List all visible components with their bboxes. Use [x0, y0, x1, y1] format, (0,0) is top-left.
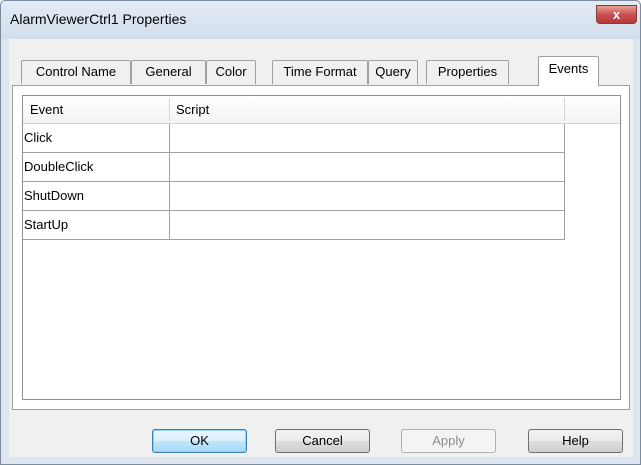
tab-strip: Control Name General Color Time Format Q…: [9, 39, 633, 86]
event-cell: Click: [24, 130, 53, 145]
tab-label: Control Name: [35, 64, 117, 79]
events-grid[interactable]: Event Script Click DoubleClick ShutDown: [22, 95, 621, 400]
tab-color[interactable]: Color: [206, 60, 256, 84]
tab-time-format[interactable]: Time Format: [272, 60, 368, 84]
dialog-client-area: Control Name General Color Time Format Q…: [9, 39, 633, 457]
tab-label: Properties: [437, 64, 498, 79]
column-header-script[interactable]: Script: [169, 96, 564, 123]
help-button[interactable]: Help: [528, 429, 623, 453]
table-row[interactable]: ShutDown: [23, 182, 564, 211]
tab-properties[interactable]: Properties: [426, 60, 509, 84]
events-tab-panel: Event Script Click DoubleClick ShutDown: [12, 85, 630, 410]
apply-button[interactable]: Apply: [401, 429, 496, 453]
table-row[interactable]: StartUp: [23, 211, 564, 240]
event-cell: StartUp: [24, 217, 69, 232]
tab-label: General: [145, 64, 192, 79]
tab-query[interactable]: Query: [368, 60, 418, 84]
grid-header: Event Script: [23, 96, 620, 124]
close-icon: x: [612, 7, 621, 22]
tab-label: Color: [215, 64, 247, 79]
column-divider[interactable]: [564, 98, 565, 121]
script-cell[interactable]: [169, 124, 564, 152]
tab-control-name[interactable]: Control Name: [21, 60, 131, 84]
event-cell: DoubleClick: [24, 159, 94, 174]
close-button[interactable]: x: [596, 5, 637, 24]
tab-label: Query: [375, 64, 411, 79]
script-cell[interactable]: [169, 182, 564, 210]
event-cell: ShutDown: [24, 188, 84, 203]
script-cell[interactable]: [169, 153, 564, 181]
column-header-event[interactable]: Event: [23, 96, 169, 123]
row-right-border: [564, 124, 565, 240]
dialog-title: AlarmViewerCtrl1 Properties: [10, 11, 187, 27]
tab-events[interactable]: Events: [538, 56, 599, 86]
table-row[interactable]: DoubleClick: [23, 153, 564, 182]
tab-general[interactable]: General: [131, 60, 206, 84]
tab-label: Events: [548, 61, 589, 76]
script-cell[interactable]: [169, 211, 564, 239]
ok-button[interactable]: OK: [152, 429, 247, 453]
tab-label: Time Format: [283, 64, 357, 79]
table-row[interactable]: Click: [23, 124, 564, 153]
title-bar[interactable]: AlarmViewerCtrl1 Properties x: [1, 1, 640, 39]
cancel-button[interactable]: Cancel: [275, 429, 370, 453]
properties-dialog: AlarmViewerCtrl1 Properties x Control Na…: [0, 0, 641, 465]
